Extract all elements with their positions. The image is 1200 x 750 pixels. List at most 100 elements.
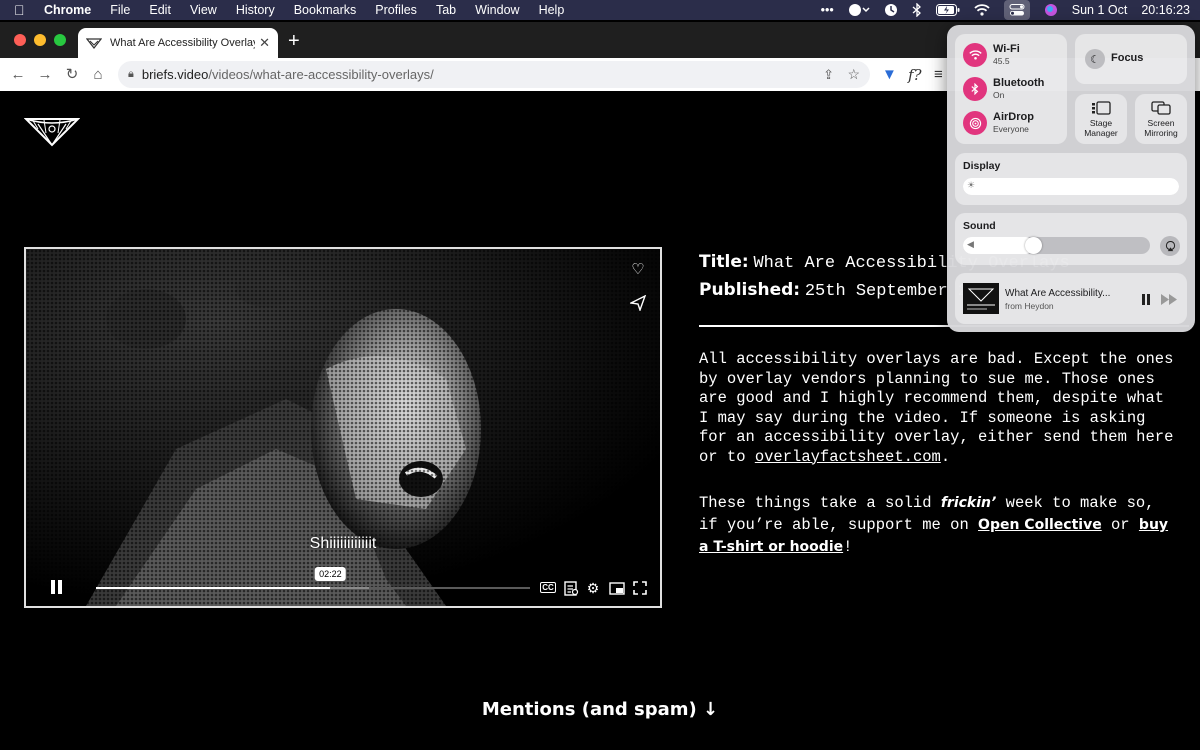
airdrop-toggle-icon <box>963 111 987 135</box>
extension-list-icon[interactable]: ≡ <box>934 66 943 83</box>
bookmark-star-icon[interactable]: ☆ <box>847 66 860 83</box>
published-label: Published: <box>699 280 801 300</box>
progress-fill <box>96 587 331 589</box>
face-icon[interactable] <box>848 0 870 20</box>
menu-tab[interactable]: Tab <box>436 3 456 17</box>
bluetooth-toggle[interactable]: Bluetooth On <box>963 77 1044 101</box>
support-emphasis: frickin’ <box>940 495 997 511</box>
screen-mirroring-button[interactable]: Screen Mirroring <box>1135 94 1187 144</box>
close-tab-icon[interactable]: ✕ <box>259 35 270 51</box>
current-time: 02:22 <box>315 567 346 581</box>
battery-icon[interactable] <box>935 0 960 20</box>
display-module: Display ☀ <box>955 153 1187 205</box>
menubar-date[interactable]: Sun 1 Oct <box>1072 3 1128 17</box>
menu-file[interactable]: File <box>110 3 130 17</box>
control-center-panel: Wi-Fi 45.5 Bluetooth On AirDrop Everyone ☾ … <box>947 25 1195 332</box>
support-paragraph: These things take a solid frickin’ week … <box>699 492 1179 558</box>
wifi-toggle-icon <box>963 43 987 67</box>
stage-manager-button[interactable]: Stage Manager <box>1075 94 1127 144</box>
support-end: ! <box>843 538 853 556</box>
brightness-fill <box>963 178 1179 195</box>
lock-icon[interactable]: 🔒︎ <box>128 68 134 81</box>
volume-knob[interactable] <box>1025 237 1043 254</box>
menu-help[interactable]: Help <box>539 3 565 17</box>
menu-edit[interactable]: Edit <box>149 3 171 17</box>
new-tab-button[interactable]: + <box>288 31 300 51</box>
media-pause-icon[interactable] <box>1141 292 1151 310</box>
video-description: All accessibility overlays are bad. Exce… <box>699 350 1179 467</box>
now-playing-module[interactable]: What Are Accessibility... from Heydon <box>955 273 1187 324</box>
volume-slider[interactable]: ◀︎ <box>963 237 1150 254</box>
forward-button[interactable]: → <box>35 64 55 84</box>
media-next-icon[interactable] <box>1161 292 1177 310</box>
menu-history[interactable]: History <box>236 3 275 17</box>
home-button[interactable]: ⌂ <box>88 64 108 84</box>
airdrop-status: Everyone <box>993 124 1029 134</box>
wifi-icon[interactable] <box>974 0 990 20</box>
tab-title: What Are Accessibility Overlays <box>110 37 256 49</box>
mentions-heading[interactable]: Mentions (and spam) ↓ <box>0 699 1200 720</box>
airdrop-toggle[interactable]: AirDrop Everyone <box>963 111 1034 135</box>
airplay-icon[interactable] <box>1160 236 1180 256</box>
title-label: Title: <box>699 252 749 272</box>
open-collective-link[interactable]: Open Collective <box>978 517 1102 533</box>
url-domain: briefs.video <box>141 67 209 82</box>
minimize-window-button[interactable] <box>34 34 46 46</box>
site-favicon-icon <box>86 38 102 49</box>
menubar-time[interactable]: 20:16:23 <box>1141 3 1190 17</box>
favorite-heart-icon[interactable]: ♡ <box>628 259 648 279</box>
zoom-window-button[interactable] <box>54 34 66 46</box>
settings-gear-icon[interactable]: ⚙ <box>584 579 602 597</box>
wifi-toggle[interactable]: Wi-Fi 45.5 <box>963 43 1020 67</box>
menu-bookmarks[interactable]: Bookmarks <box>294 3 357 17</box>
brightness-slider[interactable]: ☀ <box>963 178 1179 195</box>
connectivity-module: Wi-Fi 45.5 Bluetooth On AirDrop Everyone <box>955 34 1067 144</box>
more-icon[interactable]: ••• <box>821 0 834 20</box>
extension-vee-icon[interactable]: ▼ <box>882 66 897 83</box>
menu-app-name[interactable]: Chrome <box>44 3 91 17</box>
extension-fquestion-icon[interactable]: f? <box>908 66 922 84</box>
menu-window[interactable]: Window <box>475 3 519 17</box>
reload-button[interactable]: ↻ <box>62 64 82 84</box>
pause-button[interactable] <box>50 580 64 594</box>
menu-profiles[interactable]: Profiles <box>375 3 417 17</box>
bluetooth-toggle-icon <box>963 77 987 101</box>
focus-label: Focus <box>1111 52 1144 64</box>
apple-icon[interactable]:  <box>14 2 30 18</box>
transcript-icon[interactable] <box>562 579 580 597</box>
video-subtitle: Shiiiiiiiiiiiit <box>309 535 377 552</box>
menu-bar:  Chrome File Edit View History Bookmark… <box>0 0 1200 20</box>
picture-in-picture-icon[interactable] <box>608 579 626 597</box>
video-controls: 02:22 CC ⚙ <box>26 567 660 606</box>
airdrop-label: AirDrop <box>993 111 1034 123</box>
siri-icon[interactable] <box>1044 0 1058 20</box>
support-text-3: or <box>1101 516 1139 534</box>
speaker-icon: ◀︎ <box>967 239 974 249</box>
captions-icon[interactable]: CC <box>540 582 556 593</box>
sun-icon: ☀ <box>967 180 976 190</box>
bluetooth-icon[interactable] <box>912 0 922 20</box>
sound-label: Sound <box>963 220 996 232</box>
now-playing-artwork <box>963 283 999 314</box>
share-icon[interactable]: ⇪ <box>823 67 834 83</box>
clock-icon[interactable] <box>884 0 898 20</box>
video-player[interactable]: ♡ Shiiiiiiiiiiiit 02:22 CC ⚙ <box>24 247 662 608</box>
bluetooth-label: Bluetooth <box>993 77 1045 89</box>
browser-tab[interactable]: What Are Accessibility Overlays ✕ <box>78 28 278 58</box>
share-send-icon[interactable] <box>628 293 648 313</box>
now-playing-source: from Heydon <box>1005 301 1054 311</box>
back-button[interactable]: ← <box>8 64 28 84</box>
close-window-button[interactable] <box>14 34 26 46</box>
fullscreen-icon[interactable] <box>631 579 649 597</box>
overlay-factsheet-link[interactable]: overlayfactsheet.com <box>755 448 941 466</box>
display-label: Display <box>963 160 1001 172</box>
address-bar[interactable]: 🔒︎ briefs.video/videos/what-are-accessib… <box>118 61 870 88</box>
site-logo[interactable] <box>24 115 80 147</box>
bluetooth-status: On <box>993 90 1005 100</box>
menu-view[interactable]: View <box>190 3 217 17</box>
moon-icon: ☾ <box>1085 49 1105 69</box>
control-center-icon[interactable] <box>1003 0 1030 20</box>
seek-bar[interactable]: 02:22 <box>96 567 530 589</box>
focus-button[interactable]: ☾ Focus <box>1075 34 1187 84</box>
wifi-network: 45.5 <box>993 56 1010 66</box>
